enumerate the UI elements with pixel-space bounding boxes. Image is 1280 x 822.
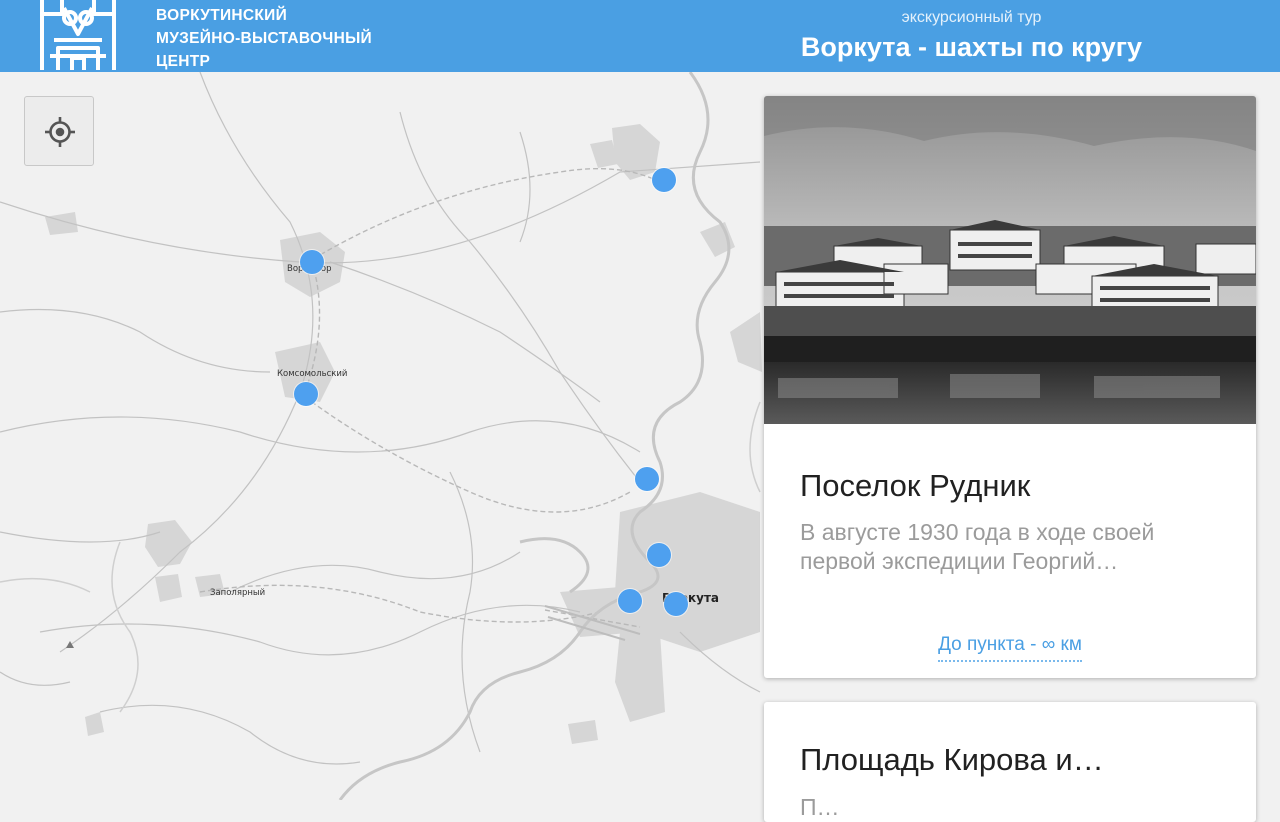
- tour-point-marker[interactable]: [664, 592, 688, 616]
- historic-photo: [764, 96, 1256, 424]
- organization-name-line: ВОРКУТИНСКИЙ: [156, 7, 288, 24]
- museum-logo-icon[interactable]: [36, 0, 120, 72]
- tour-point-marker[interactable]: [618, 589, 642, 613]
- tour-point-card[interactable]: Площадь Кирова и… П…: [764, 702, 1256, 822]
- app-header: ВОРКУТИНСКИЙ МУЗЕЙНО-ВЫСТАВОЧНЫЙ ЦЕНТР э…: [0, 0, 1280, 72]
- card-title: Поселок Рудник: [800, 468, 1031, 503]
- distance-link-text[interactable]: До пункта - ∞ км: [938, 634, 1082, 662]
- card-title: Площадь Кирова и…: [800, 742, 1104, 777]
- tour-point-marker[interactable]: [300, 250, 324, 274]
- tour-title: Воркута - шахты по кругу: [800, 32, 1143, 62]
- card-description: В августе 1930 года в ходе своей первой …: [800, 519, 1155, 574]
- tour-point-marker[interactable]: [652, 168, 676, 192]
- tour-point-marker[interactable]: [635, 467, 659, 491]
- map-label-zapolyarny: Заполярный: [210, 588, 266, 598]
- map-label-komsomolsky: Комсомольский: [277, 369, 348, 379]
- locate-me-button[interactable]: [24, 96, 94, 166]
- organization-name-line: ЦЕНТР: [156, 53, 211, 70]
- organization-name-line: МУЗЕЙНО-ВЫСТАВОЧНЫЙ: [156, 30, 372, 47]
- crosshair-locate-icon: [45, 117, 75, 147]
- tour-point-marker[interactable]: [294, 382, 318, 406]
- tour-point-card[interactable]: Поселок Рудник В августе 1930 года в ход…: [764, 96, 1256, 678]
- tour-subtitle: экскурсионный тур: [901, 9, 1042, 26]
- tour-point-marker[interactable]: [647, 543, 671, 567]
- organization-name: ВОРКУТИНСКИЙ МУЗЕЙНО-ВЫСТАВОЧНЫЙ ЦЕНТР: [156, 4, 372, 73]
- distance-link[interactable]: До пункта - ∞ км: [764, 634, 1256, 662]
- card-description: П…: [800, 794, 840, 820]
